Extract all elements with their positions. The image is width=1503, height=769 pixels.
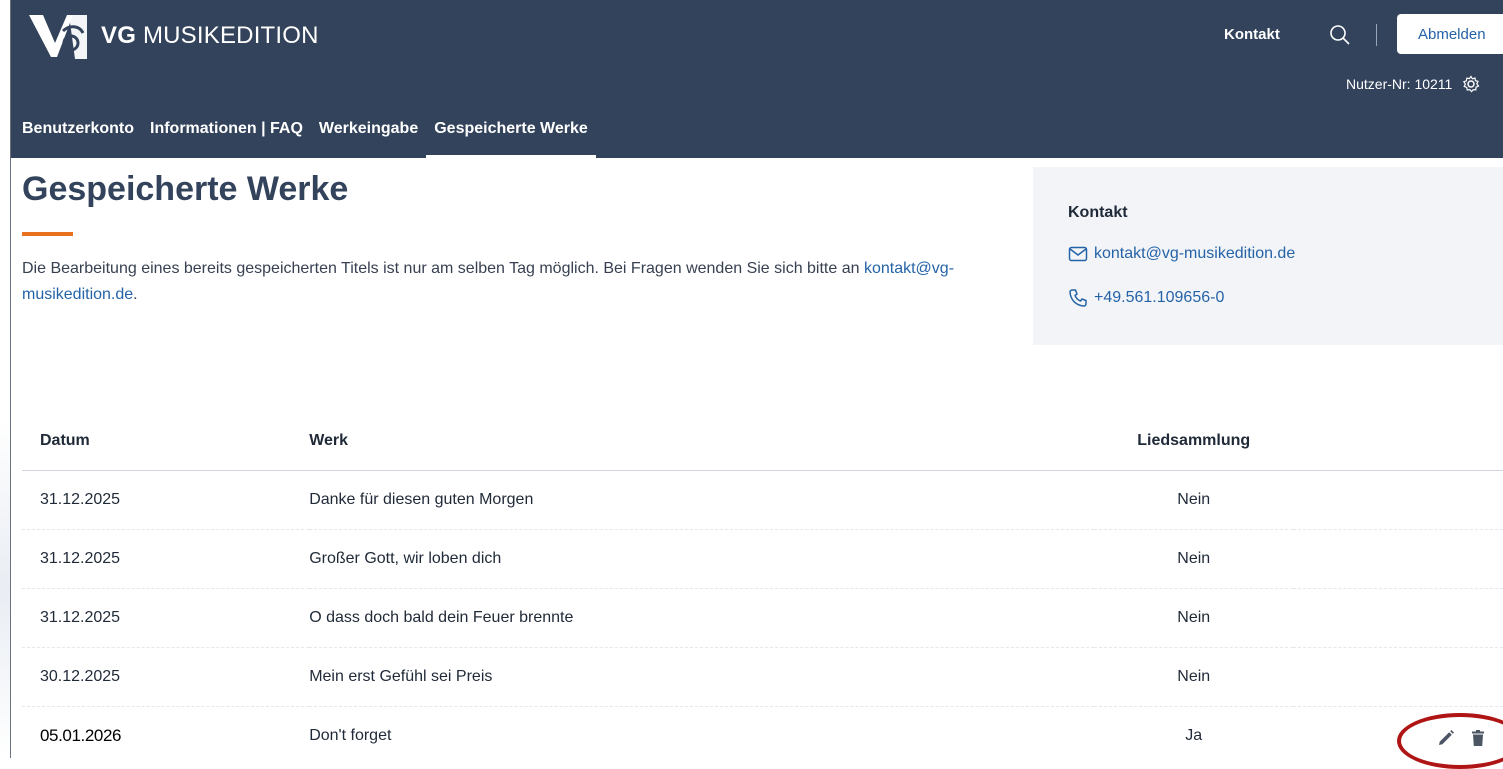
logout-button[interactable]: Abmelden xyxy=(1397,14,1503,54)
contact-phone-row: +49.561.109656-0 xyxy=(1068,288,1224,308)
table-row: 30.12.2025 Mein erst Gefühl sei Preis Ne… xyxy=(22,647,1503,707)
row-collection: Nein xyxy=(1094,588,1294,648)
contact-card-title: Kontakt xyxy=(1068,204,1128,221)
phone-icon xyxy=(1069,289,1087,307)
pencil-icon[interactable] xyxy=(1437,729,1455,747)
gear-icon[interactable] xyxy=(1462,75,1480,93)
row-date: 30.12.2025 xyxy=(22,647,310,707)
tab-gespeicherte-werke[interactable]: Gespeicherte Werke xyxy=(426,118,596,158)
row-work: O dass doch bald dein Feuer brennte xyxy=(309,588,1095,648)
column-header-actions xyxy=(1293,412,1503,471)
search-icon[interactable] xyxy=(1329,24,1351,46)
row-work: Großer Gott, wir loben dich xyxy=(309,529,1095,589)
contact-phone-link[interactable]: +49.561.109656-0 xyxy=(1094,289,1224,307)
header-divider xyxy=(1376,24,1377,46)
row-actions xyxy=(1293,647,1503,707)
contact-card: Kontakt kontakt@vg-musikedition.de +49.5… xyxy=(1033,167,1503,345)
column-header-collection: Liedsammlung xyxy=(1094,412,1294,471)
page-title: Gespeicherte Werke xyxy=(22,170,349,208)
row-date: 31.12.2025 xyxy=(22,529,310,589)
header-contact-link[interactable]: Kontakt xyxy=(1224,26,1280,43)
column-header-work: Werk xyxy=(309,412,1095,471)
row-actions xyxy=(1293,707,1503,769)
column-header-date: Datum xyxy=(22,412,310,471)
mail-icon xyxy=(1068,246,1088,262)
row-collection: Nein xyxy=(1094,529,1294,589)
row-actions xyxy=(1293,529,1503,589)
row-work: Don't forget xyxy=(309,727,392,744)
row-collection: Nein xyxy=(1094,470,1294,530)
main-nav: Benutzerkonto Informationen | FAQ Werkei… xyxy=(11,118,596,158)
saved-works-table: Datum Werk Liedsammlung 31.12.2025 Danke… xyxy=(22,412,1503,769)
contact-email-link[interactable]: kontakt@vg-musikedition.de xyxy=(1094,245,1295,263)
row-collection: Ja xyxy=(1185,727,1203,744)
tab-werkeingabe[interactable]: Werkeingabe xyxy=(311,118,426,158)
table-row: 05.01.2026 Don't forget Ja xyxy=(22,707,1503,769)
trash-icon[interactable] xyxy=(1469,729,1487,747)
intro-text: Die Bearbeitung eines bereits gespeicher… xyxy=(22,260,955,303)
row-work: Mein erst Gefühl sei Preis xyxy=(309,647,1095,707)
row-actions xyxy=(1293,470,1503,530)
tab-informationen-faq[interactable]: Informationen | FAQ xyxy=(142,118,311,158)
row-collection: Nein xyxy=(1094,647,1294,707)
user-number: Nutzer-Nr: 10211 xyxy=(1346,75,1480,93)
contact-email-row: kontakt@vg-musikedition.de xyxy=(1068,244,1295,264)
vg-musikedition-logo-icon xyxy=(29,15,87,59)
row-actions xyxy=(1293,588,1503,648)
table-row: 31.12.2025 O dass doch bald dein Feuer b… xyxy=(22,588,1503,648)
site-header: VG MUSIKEDITION Kontakt Abmelden Nutzer-… xyxy=(11,0,1503,158)
window-left-edge xyxy=(0,0,11,758)
title-accent-bar xyxy=(22,232,73,236)
table-row: 31.12.2025 Großer Gott, wir loben dich N… xyxy=(22,529,1503,589)
user-number-text: Nutzer-Nr: 10211 xyxy=(1346,76,1453,92)
row-date: 31.12.2025 xyxy=(22,470,310,530)
brand-name: VG MUSIKEDITION xyxy=(101,22,319,49)
tab-benutzerkonto[interactable]: Benutzerkonto xyxy=(11,118,142,158)
table-header-row: Datum Werk Liedsammlung xyxy=(22,412,1503,471)
brand-logo[interactable]: VG MUSIKEDITION xyxy=(29,13,319,59)
table-row: 31.12.2025 Danke für diesen guten Morgen… xyxy=(22,470,1503,530)
row-work: Danke für diesen guten Morgen xyxy=(309,470,1095,530)
row-date: 31.12.2025 xyxy=(22,588,310,648)
row-date: 05.01.2026 xyxy=(40,726,122,745)
